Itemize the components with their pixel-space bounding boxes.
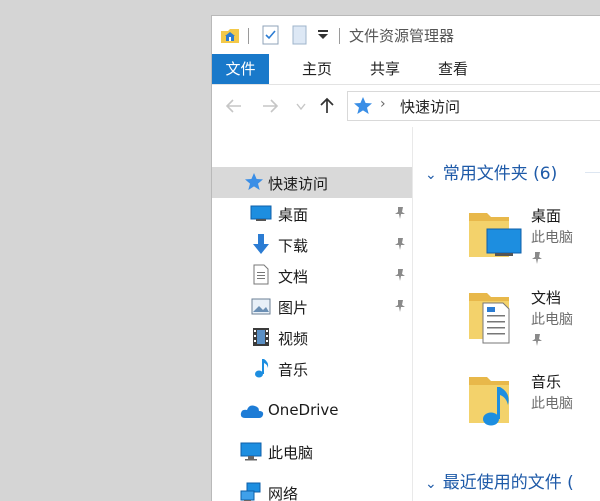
pin-icon[interactable] — [394, 237, 406, 251]
address-location[interactable]: 快速访问 — [400, 96, 460, 117]
folder-location: 此电脑 — [531, 312, 573, 328]
tab-home[interactable]: 主页 — [292, 54, 342, 84]
ribbon-tabs: 文件 主页 共享 查看 — [212, 54, 600, 85]
folder-name: 文档 — [531, 289, 562, 307]
group-frequent-folders[interactable]: ⌄ 常用文件夹 (6) — [425, 159, 557, 184]
folder-music-icon — [469, 377, 509, 426]
nav-item-label: 文档 — [278, 268, 309, 286]
properties-check-icon[interactable] — [262, 25, 280, 45]
folder-name: 桌面 — [531, 207, 562, 225]
folder-tile-music[interactable]: 音乐 此电脑 — [465, 371, 600, 451]
pin-icon — [532, 334, 542, 346]
navigation-bar: › 快速访问 — [212, 85, 600, 127]
desktop-icon — [250, 205, 272, 221]
document-icon — [253, 264, 269, 285]
folder-location: 此电脑 — [531, 396, 573, 412]
nav-item-quick-access[interactable]: 快速访问 — [212, 167, 412, 198]
nav-item-label: 网络 — [268, 485, 299, 501]
folder-location: 此电脑 — [531, 230, 573, 246]
content-pane: ⌄ 常用文件夹 (6) 桌面 此电脑 文档 此电脑 音乐 此电脑 ⌄ 最近使用的… — [413, 127, 600, 501]
nav-item-network[interactable]: 网络 — [212, 477, 412, 501]
up-arrow-icon[interactable] — [320, 97, 334, 114]
folder-documents-icon — [469, 293, 510, 344]
navigation-pane: 快速访问 桌面 下载 文档 图片 视频 音乐 OneDrive 此电脑 网络 — [212, 127, 412, 501]
pin-icon[interactable] — [394, 206, 406, 220]
folder-tile-desktop[interactable]: 桌面 此电脑 — [465, 205, 600, 285]
computer-icon — [240, 442, 262, 461]
nav-item-downloads[interactable]: 下载 — [212, 229, 412, 260]
address-bar[interactable]: › 快速访问 — [347, 91, 600, 121]
chevron-down-icon[interactable]: ⌄ — [425, 476, 437, 492]
tab-share[interactable]: 共享 — [360, 54, 410, 84]
picture-icon — [251, 298, 271, 315]
folder-home-icon[interactable] — [220, 25, 240, 45]
music-icon — [255, 359, 269, 378]
video-icon — [253, 328, 269, 346]
file-explorer-window: 文件资源管理器 文件 主页 共享 查看 › 快速访问 快速访问 桌面 下载 文档… — [211, 15, 600, 501]
nav-item-desktop[interactable]: 桌面 — [212, 198, 412, 229]
nav-item-label: 下载 — [278, 237, 309, 255]
nav-item-label: OneDrive — [268, 401, 339, 419]
pin-icon[interactable] — [394, 299, 406, 313]
star-icon — [354, 97, 372, 114]
window-title: 文件资源管理器 — [349, 27, 455, 45]
nav-item-this-pc[interactable]: 此电脑 — [212, 436, 412, 467]
group-recent-files[interactable]: ⌄ 最近使用的文件 ( — [425, 468, 574, 493]
back-arrow-icon[interactable] — [226, 99, 242, 113]
nav-item-videos[interactable]: 视频 — [212, 322, 412, 353]
new-folder-page-icon[interactable] — [292, 25, 308, 45]
pin-icon[interactable] — [394, 268, 406, 282]
nav-item-label: 此电脑 — [268, 444, 314, 462]
cloud-icon — [240, 405, 264, 418]
title-separator — [248, 28, 249, 44]
nav-item-label: 视频 — [278, 330, 309, 348]
group-header-label: 最近使用的文件 ( — [442, 473, 574, 493]
network-icon — [240, 482, 261, 501]
nav-item-label: 音乐 — [278, 361, 309, 379]
tab-view[interactable]: 查看 — [428, 54, 478, 84]
nav-item-label: 桌面 — [278, 206, 309, 224]
customize-toolbar-dropdown-icon[interactable] — [318, 30, 328, 40]
folder-desktop-icon — [469, 213, 522, 257]
nav-item-label: 快速访问 — [268, 175, 329, 193]
tab-file[interactable]: 文件 — [212, 54, 269, 84]
title-bar: 文件资源管理器 — [212, 16, 600, 54]
nav-item-label: 图片 — [278, 299, 309, 317]
nav-item-pictures[interactable]: 图片 — [212, 291, 412, 322]
folder-tile-documents[interactable]: 文档 此电脑 — [465, 287, 600, 367]
download-icon — [253, 234, 269, 254]
folder-name: 音乐 — [531, 373, 562, 391]
nav-item-music[interactable]: 音乐 — [212, 353, 412, 384]
breadcrumb-chevron-icon[interactable]: › — [380, 96, 386, 112]
group-divider — [585, 172, 600, 173]
forward-arrow-icon[interactable] — [262, 99, 278, 113]
pin-icon — [532, 252, 542, 264]
star-icon — [245, 173, 263, 190]
chevron-down-icon[interactable]: ⌄ — [425, 167, 437, 183]
title-separator — [339, 28, 340, 44]
group-header-label: 常用文件夹 (6) — [442, 164, 558, 184]
nav-item-documents[interactable]: 文档 — [212, 260, 412, 291]
nav-item-onedrive[interactable]: OneDrive — [212, 395, 412, 426]
recent-locations-chevron-icon[interactable] — [296, 103, 306, 111]
